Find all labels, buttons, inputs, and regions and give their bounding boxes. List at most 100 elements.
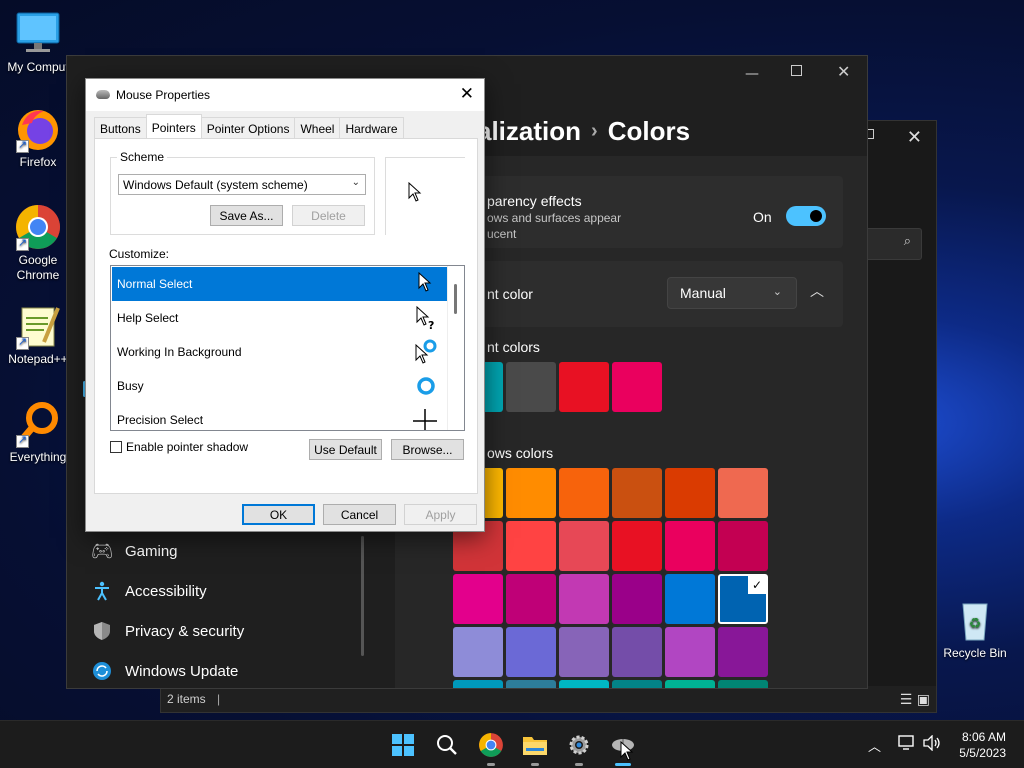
color-swatch[interactable] (559, 521, 609, 571)
desktop-icon-chrome[interactable]: Google Chrome (0, 203, 76, 283)
desktop-icon-my-computer[interactable]: My Comput (0, 10, 76, 75)
scheme-dropdown[interactable]: Windows Default (system scheme) ⌄ (118, 174, 366, 195)
windows-logo-icon (392, 734, 414, 756)
color-swatch[interactable] (559, 680, 609, 688)
close-icon[interactable]: ✕ (907, 127, 922, 148)
pointer-name: Normal Select (117, 277, 193, 291)
color-swatch[interactable] (506, 680, 556, 688)
color-swatch[interactable] (506, 574, 556, 624)
color-swatch[interactable] (665, 468, 715, 518)
maximize-icon[interactable] (791, 65, 802, 76)
color-swatch[interactable] (559, 362, 609, 412)
tiles-view-icon[interactable]: ▣ (917, 692, 930, 708)
status-divider: | (217, 692, 221, 706)
ok-button[interactable]: OK (242, 504, 315, 525)
transparency-desc-1: ows and surfaces appear (487, 211, 622, 225)
list-item[interactable]: Precision Select (112, 403, 447, 430)
scrollbar-thumb[interactable] (454, 284, 457, 314)
color-swatch[interactable] (506, 468, 556, 518)
sidebar-item-windows-update[interactable]: Windows Update (91, 653, 238, 688)
color-swatch[interactable] (665, 680, 715, 688)
taskbar-search-button[interactable] (432, 730, 462, 760)
desktop-icon-firefox[interactable]: Firefox (0, 105, 76, 170)
pointer-list[interactable]: Normal Select Help Select ? Working In B… (110, 265, 465, 431)
tab-buttons[interactable]: Buttons (94, 117, 147, 139)
clock[interactable]: 8:06 AM 5/5/2023 (959, 729, 1006, 761)
running-indicator (615, 763, 631, 766)
collapse-chevron-up-icon[interactable]: ︿ (810, 281, 824, 301)
mouse-pointer-icon (620, 741, 634, 761)
clock-date: 5/5/2023 (959, 746, 1006, 760)
list-item[interactable]: Help Select ? (112, 301, 447, 335)
color-swatch[interactable] (612, 680, 662, 688)
folder-icon (523, 737, 547, 755)
list-item[interactable]: Working In Background (112, 335, 447, 369)
recycle-bin-icon: ♻ (951, 596, 999, 644)
network-icon[interactable] (898, 735, 916, 755)
breadcrumb-parent[interactable]: alization (477, 116, 581, 146)
color-swatch[interactable] (453, 680, 503, 688)
arrow-cursor-icon (418, 271, 432, 292)
desktop-icon-recycle-bin[interactable]: ♻ Recycle Bin (937, 596, 1013, 661)
list-item[interactable]: Normal Select (112, 267, 447, 301)
close-icon[interactable]: ✕ (837, 62, 850, 81)
color-swatch[interactable] (453, 627, 503, 677)
accent-mode-value: Manual (680, 285, 726, 301)
color-swatch[interactable] (612, 362, 662, 412)
taskbar-settings[interactable] (564, 730, 594, 766)
sidebar-item-privacy[interactable]: Privacy & security (91, 613, 244, 649)
sidebar-item-gaming[interactable]: 🎮︎ Gaming (91, 533, 178, 569)
color-swatch[interactable] (612, 468, 662, 518)
sidebar-item-accessibility[interactable]: Accessibility (91, 573, 207, 609)
taskbar-chrome[interactable] (476, 730, 506, 766)
apply-button[interactable]: Apply (404, 504, 477, 525)
volume-icon[interactable] (922, 734, 942, 755)
color-swatch[interactable] (453, 574, 503, 624)
color-swatch[interactable] (718, 468, 768, 518)
chrome-icon (479, 733, 503, 757)
view-toggle[interactable]: ☰ ▣ (900, 692, 930, 708)
color-swatch[interactable] (718, 627, 768, 677)
color-swatch[interactable] (665, 627, 715, 677)
accent-mode-dropdown[interactable]: Manual ⌄ (667, 277, 797, 309)
desktop-icon-everything[interactable]: Everything (0, 400, 76, 465)
color-swatch[interactable] (559, 574, 609, 624)
color-swatch[interactable] (665, 574, 715, 624)
dialog-titlebar[interactable]: Mouse Properties ✕ (86, 79, 484, 111)
pointer-shadow-checkbox[interactable] (110, 441, 122, 453)
delete-button[interactable]: Delete (292, 205, 365, 226)
color-swatch[interactable] (718, 521, 768, 571)
transparency-toggle[interactable] (786, 206, 826, 226)
minimize-icon[interactable]: — (745, 66, 759, 82)
desktop-icon-notepadpp[interactable]: Notepad++ (0, 302, 76, 367)
color-swatch[interactable] (665, 521, 715, 571)
color-swatch[interactable] (612, 627, 662, 677)
tab-pointer-options[interactable]: Pointer Options (200, 117, 296, 139)
color-swatch[interactable] (559, 468, 609, 518)
close-icon[interactable]: ✕ (460, 84, 474, 104)
pointer-list-scrollbar[interactable] (447, 266, 464, 430)
gear-icon (569, 735, 589, 755)
tab-pointers[interactable]: Pointers (145, 114, 202, 139)
cancel-button[interactable]: Cancel (323, 504, 396, 525)
color-swatch[interactable] (718, 680, 768, 688)
save-as-button[interactable]: Save As... (210, 205, 283, 226)
color-swatch[interactable] (506, 521, 556, 571)
color-swatch[interactable] (506, 627, 556, 677)
use-default-button[interactable]: Use Default (309, 439, 382, 460)
tab-hardware[interactable]: Hardware (339, 117, 404, 139)
tab-wheel[interactable]: Wheel (294, 117, 341, 139)
sidebar-scrollbar[interactable] (361, 536, 364, 656)
details-view-icon[interactable]: ☰ (900, 692, 913, 708)
color-swatch[interactable] (506, 362, 556, 412)
browse-button[interactable]: Browse... (391, 439, 464, 460)
list-item[interactable]: Busy (112, 369, 447, 403)
color-swatch[interactable]: ✓ (718, 574, 768, 624)
desktop-icon-label: Everything (9, 450, 67, 464)
color-swatch[interactable] (612, 521, 662, 571)
show-hidden-icons-chevron-icon[interactable]: ︿ (868, 736, 881, 755)
start-button[interactable] (388, 730, 418, 760)
taskbar-file-explorer[interactable] (520, 730, 550, 766)
color-swatch[interactable] (612, 574, 662, 624)
color-swatch[interactable] (559, 627, 609, 677)
